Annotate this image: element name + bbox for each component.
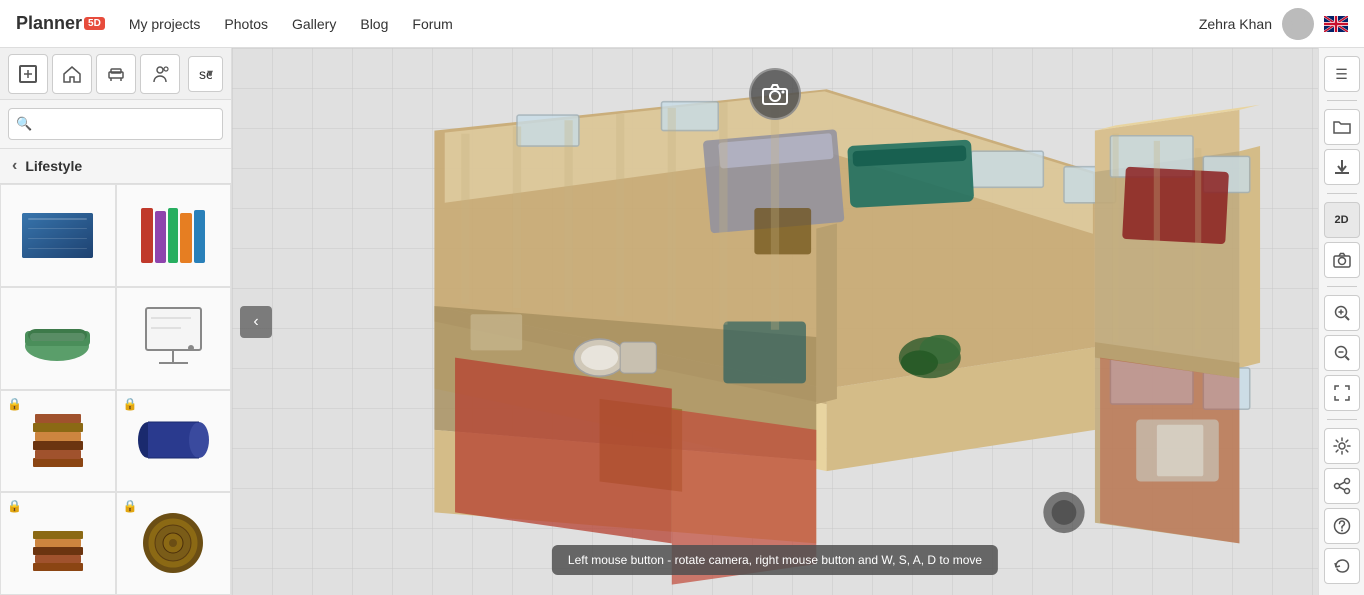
category-header[interactable]: ‹ Lifestyle	[0, 149, 231, 184]
item-image	[133, 303, 213, 373]
list-item[interactable]: 🔒	[116, 390, 232, 493]
camera-snapshot-button[interactable]	[1324, 242, 1360, 278]
flag-icon	[1324, 16, 1348, 32]
right-sidebar: ☰ 2D	[1318, 48, 1364, 595]
lock-icon: 🔒	[123, 499, 138, 513]
search-row: 🔍	[0, 100, 231, 149]
floorplan-view	[232, 48, 1318, 595]
item-image	[133, 406, 213, 476]
main-area: second floor first floor ground floor 🔍 …	[0, 48, 1364, 595]
category-label: Lifestyle	[25, 158, 82, 174]
divider	[1327, 193, 1357, 194]
search-icon: 🔍	[16, 116, 32, 132]
list-item[interactable]	[116, 287, 232, 390]
search-input[interactable]	[8, 108, 223, 140]
item-image	[18, 303, 98, 373]
fullscreen-button[interactable]	[1324, 375, 1360, 411]
item-image	[18, 406, 98, 476]
item-image	[18, 509, 98, 579]
tooltip-text: Left mouse button - rotate camera, right…	[568, 553, 982, 567]
logo: Planner 5D	[16, 13, 105, 34]
nav-my-projects[interactable]: My projects	[129, 16, 201, 32]
nav-blog[interactable]: Blog	[360, 16, 388, 32]
floor-selector[interactable]: second floor first floor ground floor	[188, 56, 223, 92]
list-item[interactable]	[116, 184, 232, 287]
divider	[1327, 286, 1357, 287]
nav-photos[interactable]: Photos	[224, 16, 268, 32]
list-item[interactable]: 🔒	[116, 492, 232, 595]
nav-arrow-left[interactable]: ‹	[240, 306, 272, 338]
folder-button[interactable]	[1324, 109, 1360, 145]
left-sidebar: second floor first floor ground floor 🔍 …	[0, 48, 232, 595]
divider	[1327, 419, 1357, 420]
list-item[interactable]: 🔒	[0, 390, 116, 493]
item-image	[133, 200, 213, 270]
camera-button[interactable]	[749, 68, 801, 120]
list-item[interactable]	[0, 184, 116, 287]
item-image	[18, 200, 98, 270]
share-button[interactable]	[1324, 468, 1360, 504]
user-name: Zehra Khan	[1199, 16, 1272, 32]
logo-text: Planner	[16, 13, 82, 34]
nav-gallery[interactable]: Gallery	[292, 16, 336, 32]
left-arrow-icon: ‹	[253, 313, 258, 331]
lock-icon: 🔒	[123, 397, 138, 411]
floor-selector-wrap[interactable]: second floor first floor ground floor	[188, 56, 223, 92]
item-image	[133, 509, 213, 579]
search-input-wrap: 🔍	[8, 108, 223, 140]
undo-button[interactable]	[1324, 548, 1360, 584]
furniture-button[interactable]	[96, 54, 136, 94]
back-arrow-icon: ‹	[12, 157, 17, 175]
zoom-in-button[interactable]	[1324, 295, 1360, 331]
people-button[interactable]	[140, 54, 180, 94]
home-button[interactable]	[52, 54, 92, 94]
help-button[interactable]	[1324, 508, 1360, 544]
top-nav: Planner 5D My projects Photos Gallery Bl…	[0, 0, 1364, 48]
nav-links: My projects Photos Gallery Blog Forum	[129, 16, 1199, 32]
view-2d-button[interactable]: 2D	[1324, 202, 1360, 238]
list-item[interactable]	[0, 287, 116, 390]
zoom-out-button[interactable]	[1324, 335, 1360, 371]
canvas-area[interactable]: ‹ Left mouse button - rotate camera, rig…	[232, 48, 1318, 595]
items-grid: 🔒 🔒	[0, 184, 231, 595]
nav-forum[interactable]: Forum	[412, 16, 452, 32]
list-item[interactable]: 🔒	[0, 492, 116, 595]
user-area: Zehra Khan	[1199, 8, 1348, 40]
tooltip-bar: Left mouse button - rotate camera, right…	[552, 545, 998, 575]
lock-icon: 🔒	[7, 499, 22, 513]
view-2d-label: 2D	[1334, 214, 1348, 226]
menu-icon: ☰	[1335, 66, 1348, 83]
download-button[interactable]	[1324, 149, 1360, 185]
divider	[1327, 100, 1357, 101]
lock-icon: 🔒	[7, 397, 22, 411]
menu-button[interactable]: ☰	[1324, 56, 1360, 92]
settings-button[interactable]	[1324, 428, 1360, 464]
logo-badge: 5D	[84, 17, 105, 30]
toolbar-row: second floor first floor ground floor	[0, 48, 231, 100]
add-room-button[interactable]	[8, 54, 48, 94]
avatar[interactable]	[1282, 8, 1314, 40]
